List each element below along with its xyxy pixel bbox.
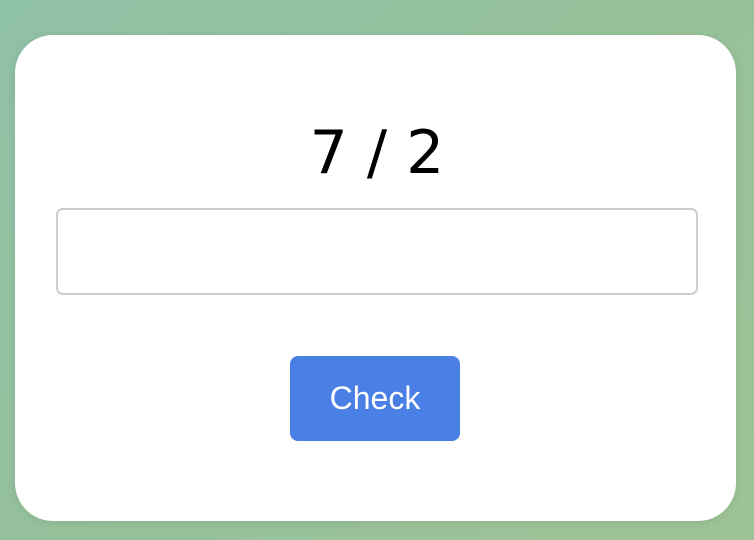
- check-button[interactable]: Check: [290, 356, 460, 441]
- answer-input[interactable]: [56, 208, 698, 295]
- problem-text: 7 / 2: [309, 118, 445, 188]
